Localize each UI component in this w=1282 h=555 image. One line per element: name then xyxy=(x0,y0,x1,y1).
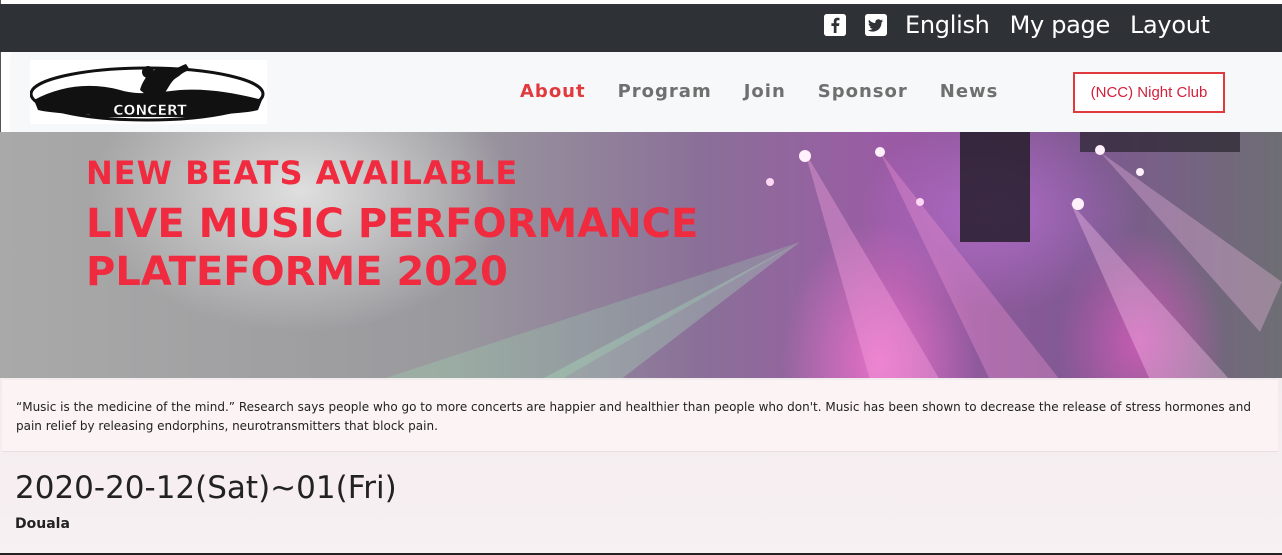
twitter-icon[interactable] xyxy=(865,14,887,36)
nav-item-news[interactable]: News xyxy=(940,80,999,104)
layout-link[interactable]: Layout xyxy=(1130,10,1210,40)
nav-item-sponsor[interactable]: Sponsor xyxy=(818,80,908,104)
facebook-icon[interactable] xyxy=(824,14,846,36)
nav-item-program[interactable]: Program xyxy=(618,80,712,104)
event-info-section: “Music is the medicine of the mind.” Res… xyxy=(0,378,1282,555)
hero-title: LIVE MUSIC PERFORMANCE PLATEFORME 2020 xyxy=(86,201,699,295)
social-links xyxy=(824,14,887,36)
primary-nav: About Program Join Sponsor News xyxy=(520,80,1030,104)
event-date: 2020-20-12(Sat)~01(Fri) xyxy=(15,470,397,506)
my-page-link[interactable]: My page xyxy=(1010,10,1111,40)
hero-subtitle: NEW BEATS AVAILABLE xyxy=(86,154,519,192)
concert-logo[interactable]: CONCERT xyxy=(29,60,267,124)
logo-text: CONCERT xyxy=(113,103,187,119)
hero-banner: NEW BEATS AVAILABLE LIVE MUSIC PERFORMAN… xyxy=(0,132,1282,380)
main-navbar: CONCERT About Program Join Sponsor News … xyxy=(12,52,1282,132)
event-city: Douala xyxy=(15,516,70,532)
top-links: English My page Layout xyxy=(905,10,1210,40)
nav-item-about[interactable]: About xyxy=(520,80,586,104)
music-quote: “Music is the medicine of the mind.” Res… xyxy=(2,380,1278,452)
night-club-button[interactable]: (NCC) Night Club xyxy=(1073,72,1225,113)
language-link[interactable]: English xyxy=(905,10,990,40)
nav-item-join[interactable]: Join xyxy=(744,80,786,104)
top-bar: English My page Layout xyxy=(0,4,1282,52)
